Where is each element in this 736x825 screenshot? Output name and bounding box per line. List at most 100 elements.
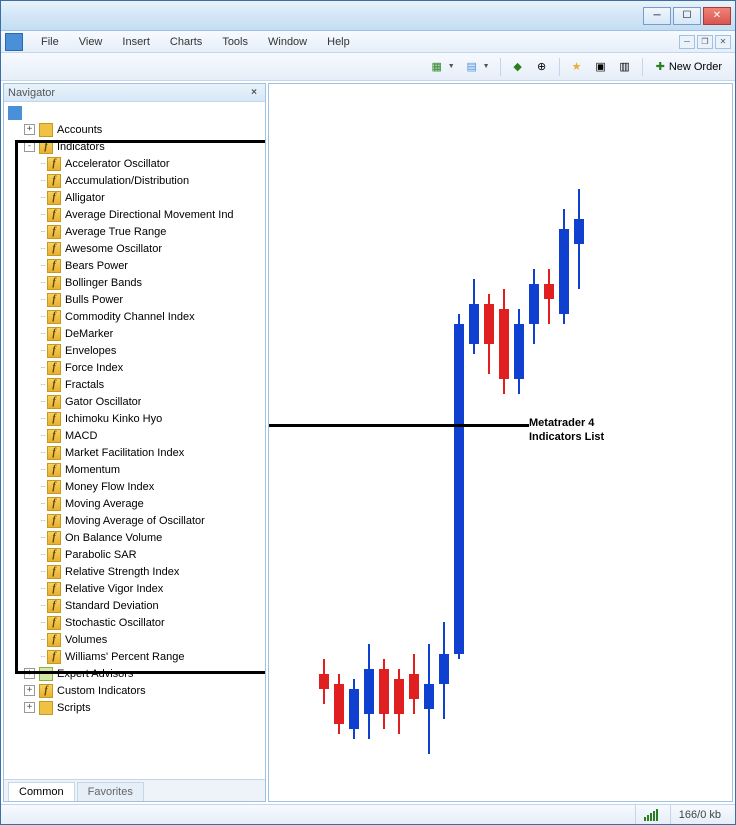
indicator-item[interactable]: ···fMACD <box>4 427 265 444</box>
indicator-item[interactable]: ···fRelative Strength Index <box>4 563 265 580</box>
minimize-button[interactable]: ─ <box>643 7 671 25</box>
indicator-item[interactable]: ···fAverage Directional Movement Ind <box>4 206 265 223</box>
tree-expert-advisors[interactable]: + Expert Advisors <box>4 665 265 682</box>
indicator-item[interactable]: ···fEnvelopes <box>4 342 265 359</box>
market-icon: ◆ <box>513 60 521 73</box>
indicator-item[interactable]: ···fParabolic SAR <box>4 546 265 563</box>
indicator-item[interactable]: ···fBollinger Bands <box>4 274 265 291</box>
tree-connector: ··· <box>40 584 45 593</box>
chevron-down-icon[interactable]: ▼ <box>483 63 490 70</box>
collapse-icon[interactable]: - <box>24 141 35 152</box>
mdi-restore-button[interactable]: ❐ <box>697 35 713 49</box>
indicator-item[interactable]: ···fMoving Average <box>4 495 265 512</box>
function-icon: f <box>47 293 61 307</box>
new-chart-button[interactable]: ▦ <box>426 56 448 78</box>
tree-custom-indicators[interactable]: + f Custom Indicators <box>4 682 265 699</box>
indicator-item[interactable]: ···fWilliams' Percent Range <box>4 648 265 665</box>
indicator-label: On Balance Volume <box>65 532 162 544</box>
chevron-down-icon[interactable]: ▼ <box>448 63 455 70</box>
menu-view[interactable]: View <box>69 34 113 50</box>
tree-connector: ··· <box>40 635 45 644</box>
indicator-item[interactable]: ···fMarket Facilitation Index <box>4 444 265 461</box>
function-icon: f <box>47 429 61 443</box>
chart-area[interactable]: Metatrader 4 Indicators List <box>268 83 733 802</box>
indicator-item[interactable]: ···fForce Index <box>4 359 265 376</box>
menu-tools[interactable]: Tools <box>212 34 258 50</box>
function-icon: f <box>47 650 61 664</box>
tree-connector: ··· <box>40 516 45 525</box>
menu-window[interactable]: Window <box>258 34 317 50</box>
navigator-tree[interactable]: + Accounts - f Indicators ···fAccelerato… <box>4 102 265 779</box>
tree-connector: ··· <box>40 329 45 338</box>
annotation-line1: Metatrader 4 <box>529 416 604 430</box>
expand-icon[interactable]: + <box>24 685 35 696</box>
tree-accounts[interactable]: + Accounts <box>4 121 265 138</box>
indicator-label: Volumes <box>65 634 107 646</box>
tree-scripts[interactable]: + Scripts <box>4 699 265 716</box>
indicator-item[interactable]: ···fAccumulation/Distribution <box>4 172 265 189</box>
close-button[interactable]: ✕ <box>703 7 731 25</box>
tree-connector: ··· <box>40 363 45 372</box>
profiles-button[interactable]: ▤ <box>461 56 483 78</box>
indicator-item[interactable]: ···fVolumes <box>4 631 265 648</box>
indicator-item[interactable]: ···fAlligator <box>4 189 265 206</box>
indicator-item[interactable]: ···fStochastic Oscillator <box>4 614 265 631</box>
navigator-close-button[interactable]: × <box>247 86 261 100</box>
indicator-item[interactable]: ···fStandard Deviation <box>4 597 265 614</box>
indicator-item[interactable]: ···fMoney Flow Index <box>4 478 265 495</box>
function-icon: f <box>47 310 61 324</box>
indicator-item[interactable]: ···fMomentum <box>4 461 265 478</box>
indicator-item[interactable]: ···fMoving Average of Oscillator <box>4 512 265 529</box>
tree-connector: ··· <box>40 550 45 559</box>
function-icon: f <box>47 225 61 239</box>
mdi-minimize-button[interactable]: ─ <box>679 35 695 49</box>
indicator-item[interactable]: ···fFractals <box>4 376 265 393</box>
indicator-item[interactable]: ···fBears Power <box>4 257 265 274</box>
menu-insert[interactable]: Insert <box>112 34 160 50</box>
tree-connector: ··· <box>40 159 45 168</box>
expand-icon[interactable]: + <box>24 702 35 713</box>
indicator-item[interactable]: ···fIchimoku Kinko Hyo <box>4 410 265 427</box>
indicator-label: Alligator <box>65 192 105 204</box>
indicator-item[interactable]: ···fGator Oscillator <box>4 393 265 410</box>
tree-connector: ··· <box>40 465 45 474</box>
indicator-item[interactable]: ···fBulls Power <box>4 291 265 308</box>
menu-help[interactable]: Help <box>317 34 360 50</box>
function-icon: f <box>47 446 61 460</box>
indicator-item[interactable]: ···fRelative Vigor Index <box>4 580 265 597</box>
expand-icon[interactable]: + <box>24 124 35 135</box>
tree-connector: ··· <box>40 346 45 355</box>
indicator-item[interactable]: ···fAccelerator Oscillator <box>4 155 265 172</box>
crosshair-button[interactable]: ⊕ <box>531 56 553 78</box>
indicator-label: Market Facilitation Index <box>65 447 184 459</box>
tree-connector: ··· <box>40 533 45 542</box>
indicator-item[interactable]: ···fAwesome Oscillator <box>4 240 265 257</box>
market-watch-button[interactable]: ◆ <box>507 56 529 78</box>
new-order-button[interactable]: ✚ New Order <box>649 56 729 78</box>
tester-button[interactable]: ▥ <box>614 56 636 78</box>
expand-icon[interactable]: + <box>24 668 35 679</box>
indicator-label: Bears Power <box>65 260 128 272</box>
function-icon: f <box>47 599 61 613</box>
maximize-button[interactable]: ☐ <box>673 7 701 25</box>
menu-charts[interactable]: Charts <box>160 34 212 50</box>
indicator-item[interactable]: ···fCommodity Channel Index <box>4 308 265 325</box>
indicator-item[interactable]: ···fAverage True Range <box>4 223 265 240</box>
function-icon: f <box>47 259 61 273</box>
tab-common[interactable]: Common <box>8 782 75 801</box>
indicator-item[interactable]: ···fOn Balance Volume <box>4 529 265 546</box>
navigator-button[interactable]: ★ <box>566 56 588 78</box>
mdi-close-button[interactable]: ✕ <box>715 35 731 49</box>
tree-connector: ··· <box>40 652 45 661</box>
tree-indicators[interactable]: - f Indicators <box>4 138 265 155</box>
connection-status <box>635 805 670 824</box>
menu-file[interactable]: File <box>31 34 69 50</box>
toolbar: ▦ ▼ ▤ ▼ ◆ ⊕ ★ ▣ ▥ ✚ New Order <box>1 53 735 81</box>
function-icon: f <box>47 191 61 205</box>
terminal-button[interactable]: ▣ <box>590 56 612 78</box>
candlestick-chart <box>279 114 679 804</box>
indicator-item[interactable]: ···fDeMarker <box>4 325 265 342</box>
tree-connector: ··· <box>40 601 45 610</box>
tab-favorites[interactable]: Favorites <box>77 782 144 801</box>
tree-root[interactable] <box>4 104 265 121</box>
